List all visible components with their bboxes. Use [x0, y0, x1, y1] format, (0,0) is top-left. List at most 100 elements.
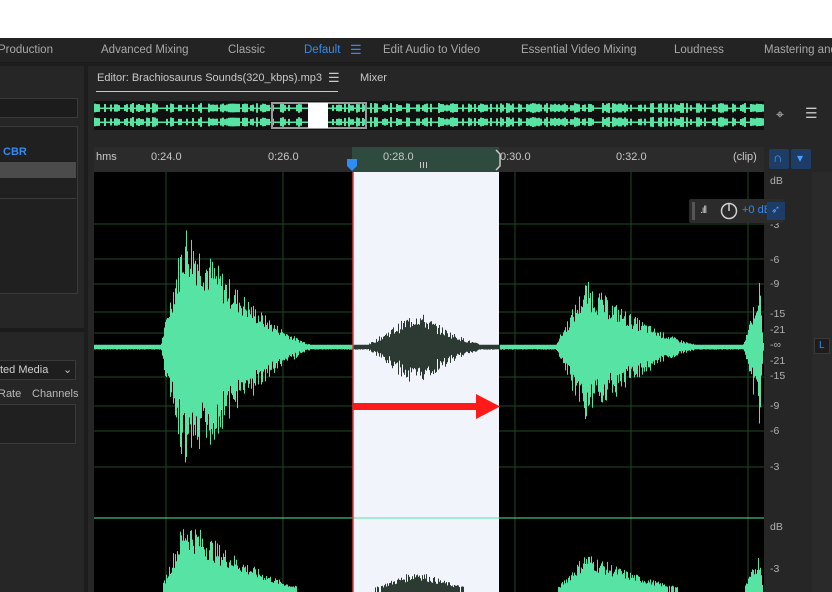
search-field[interactable] [0, 98, 78, 118]
volume-hud[interactable]: .ıll +0 dB ➶ [689, 199, 785, 223]
pin-hud-button[interactable]: ➶ [767, 202, 785, 220]
db-scale-label: -3 [770, 563, 780, 575]
selected-file-row[interactable] [0, 162, 76, 178]
waveform-sample [486, 344, 487, 350]
waveform-sample [407, 319, 408, 377]
selection-end-handle-icon[interactable] [493, 148, 503, 172]
waveform-sample [98, 344, 99, 350]
overview-sample [362, 103, 364, 113]
workspace-default[interactable]: Default [304, 38, 340, 63]
hud-grip-icon[interactable] [692, 202, 695, 220]
waveform-sample [117, 344, 118, 350]
overview-sample [606, 117, 608, 127]
waveform-sample [583, 563, 584, 592]
waveform-sample [444, 335, 445, 358]
waveform-sample [180, 531, 181, 592]
overview-sample [696, 117, 698, 127]
tab-mixer[interactable]: Mixer [360, 72, 387, 90]
waveform-sample [393, 581, 394, 592]
overview-sample [538, 117, 540, 127]
waveform-sample [123, 344, 124, 350]
overview-sample [440, 118, 442, 126]
workspace-classic[interactable]: Classic [228, 38, 265, 63]
overview-sample [238, 103, 240, 113]
zoom-navigator-icon[interactable]: ⌖ [776, 106, 784, 123]
overview-sample [690, 105, 692, 111]
panel-menu-icon[interactable]: ☰ [805, 105, 818, 122]
overview-sample [182, 107, 184, 109]
waveform-sample [734, 344, 735, 350]
marker-button[interactable]: ▾ [791, 149, 811, 169]
overview-sample [668, 121, 670, 123]
waveform-sample [295, 585, 296, 592]
waveform-sample [521, 344, 522, 350]
pin-icon: ➶ [771, 204, 781, 216]
workspace-advanced-mixing[interactable]: Advanced Mixing [101, 38, 189, 63]
waveform-sample [565, 327, 566, 371]
overview-sample [144, 107, 146, 109]
waveform-sample [612, 305, 613, 393]
workspace-menu-icon[interactable]: ☰ [350, 38, 362, 63]
waveform-sample [629, 315, 630, 378]
waveform-sample [469, 340, 470, 354]
overview-sample [592, 105, 594, 111]
waveform-sample [423, 314, 424, 380]
waveform-sample [563, 584, 564, 592]
overview-sample [240, 107, 242, 109]
volume-knob-icon[interactable] [720, 202, 738, 220]
waveform-sample [709, 344, 710, 350]
waveform-sample [458, 585, 459, 592]
overview-sample [378, 121, 380, 123]
waveform-display[interactable] [94, 172, 764, 592]
workspace-loudness[interactable]: Loudness [674, 38, 724, 63]
tab-editor[interactable]: Editor: Brachiosaurus Sounds(320_kbps).m… [97, 72, 322, 90]
waveform-sample [410, 579, 411, 592]
overview-sample [646, 107, 648, 109]
waveform-sample [663, 585, 664, 592]
waveform-sample [755, 569, 756, 592]
overview-sample [246, 117, 248, 127]
tab-menu-icon[interactable]: ☰ [328, 70, 340, 88]
waveform-sample [260, 576, 261, 592]
workspace-mastering[interactable]: Mastering and [764, 38, 832, 63]
column-rate[interactable]: Rate [0, 388, 21, 400]
column-channels[interactable]: Channels [32, 388, 78, 400]
waveform-sample [230, 308, 231, 387]
waveform-sample [414, 574, 415, 592]
waveform-sample [249, 571, 250, 592]
waveform-sample [150, 344, 151, 350]
overview-sample [516, 107, 518, 109]
waveform-sample [178, 554, 179, 592]
playhead-marker-icon[interactable] [345, 157, 359, 172]
waveform-sample [297, 338, 298, 357]
overview-sample [264, 117, 266, 127]
scroll-grip-icon[interactable] [418, 161, 430, 169]
overview-sample [122, 107, 124, 109]
overview-navigator[interactable] [94, 101, 764, 130]
waveform-sample [658, 332, 659, 360]
waveform-sample [439, 325, 440, 369]
waveform-sample [633, 577, 634, 592]
waveform-sample [657, 332, 658, 364]
channel-toggle-left[interactable]: L [814, 338, 830, 354]
snap-button[interactable]: ∩ [769, 149, 789, 169]
workspace-production[interactable]: Production [0, 38, 53, 63]
waveform-sample [662, 337, 663, 357]
workspace-essential-video-mixing[interactable]: Essential Video Mixing [521, 38, 637, 63]
waveform-sample [624, 569, 625, 592]
workspace-edit-audio-to-video[interactable]: Edit Audio to Video [383, 38, 480, 63]
waveform-sample [237, 565, 238, 592]
waveform-sample [568, 577, 569, 592]
media-dropdown[interactable]: ted Media ⌄ [0, 360, 76, 380]
overview-sample [616, 118, 618, 126]
waveform-sample [745, 585, 746, 592]
waveform-sample [416, 318, 417, 376]
waveform-sample [233, 302, 234, 399]
waveform-sample [705, 344, 706, 350]
waveform-sample [702, 344, 703, 350]
waveform-sample [697, 344, 698, 350]
db-scale-label: -9 [770, 278, 780, 290]
waveform-sample [594, 570, 595, 592]
waveform-sample [430, 321, 431, 376]
waveform-sample [246, 572, 247, 592]
